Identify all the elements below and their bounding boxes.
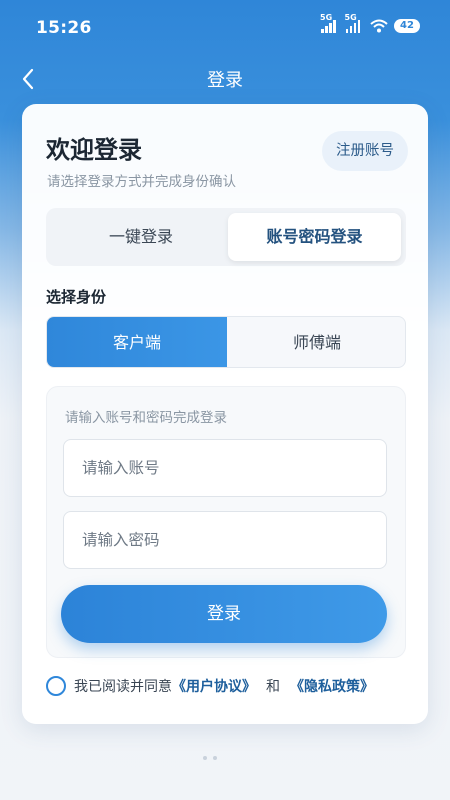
status-bar: 15:26 5G 5G 42 (0, 0, 450, 56)
status-time: 15:26 (36, 18, 92, 38)
tab-password-login[interactable]: 账号密码登录 (228, 213, 401, 261)
login-card: 欢迎登录 请选择登录方式并完成身份确认 注册账号 一键登录 账号密码登录 选择身… (22, 104, 428, 724)
agreement-text: 我已阅读并同意 (74, 679, 172, 695)
page-title: 登录 (207, 70, 243, 91)
signal-icon: 5G (345, 13, 360, 33)
login-method-tabs: 一键登录 账号密码登录 (46, 208, 406, 266)
agreement-checkbox[interactable] (46, 676, 66, 696)
account-input[interactable] (63, 439, 387, 497)
password-input[interactable] (63, 511, 387, 569)
role-toggle: 客户端 师傅端 (46, 316, 406, 368)
user-agreement-link[interactable]: 《用户协议》 (172, 676, 256, 696)
indicator-dot (213, 756, 217, 760)
tab-one-click-login[interactable]: 一键登录 (51, 213, 231, 261)
indicator-dot (203, 756, 207, 760)
signal-icon: 5G (320, 13, 336, 33)
signal-tag: 5G (344, 13, 357, 22)
wifi-icon (370, 19, 388, 33)
role-option-master[interactable]: 师傅端 (227, 317, 405, 367)
page-indicator (203, 756, 217, 760)
form-hint: 请输入账号和密码完成登录 (65, 410, 227, 426)
login-button[interactable]: 登录 (61, 585, 387, 643)
status-icons: 5G 5G 42 (320, 13, 420, 33)
welcome-title: 欢迎登录 (46, 136, 142, 164)
signal-tag: 5G (320, 13, 333, 22)
register-button[interactable]: 注册账号 (322, 131, 408, 171)
agreement-row: 我已阅读并同意 《用户协议》 和 《隐私政策》 (46, 676, 374, 696)
nav-bar: 登录 (0, 56, 450, 102)
role-label: 选择身份 (46, 288, 107, 306)
welcome-subtitle: 请选择登录方式并完成身份确认 (47, 174, 236, 190)
role-option-client[interactable]: 客户端 (47, 317, 227, 367)
privacy-policy-link[interactable]: 《隐私政策》 (290, 676, 374, 696)
agreement-and: 和 (266, 679, 280, 695)
login-form: 请输入账号和密码完成登录 登录 (46, 386, 406, 658)
battery-icon: 42 (394, 19, 420, 33)
